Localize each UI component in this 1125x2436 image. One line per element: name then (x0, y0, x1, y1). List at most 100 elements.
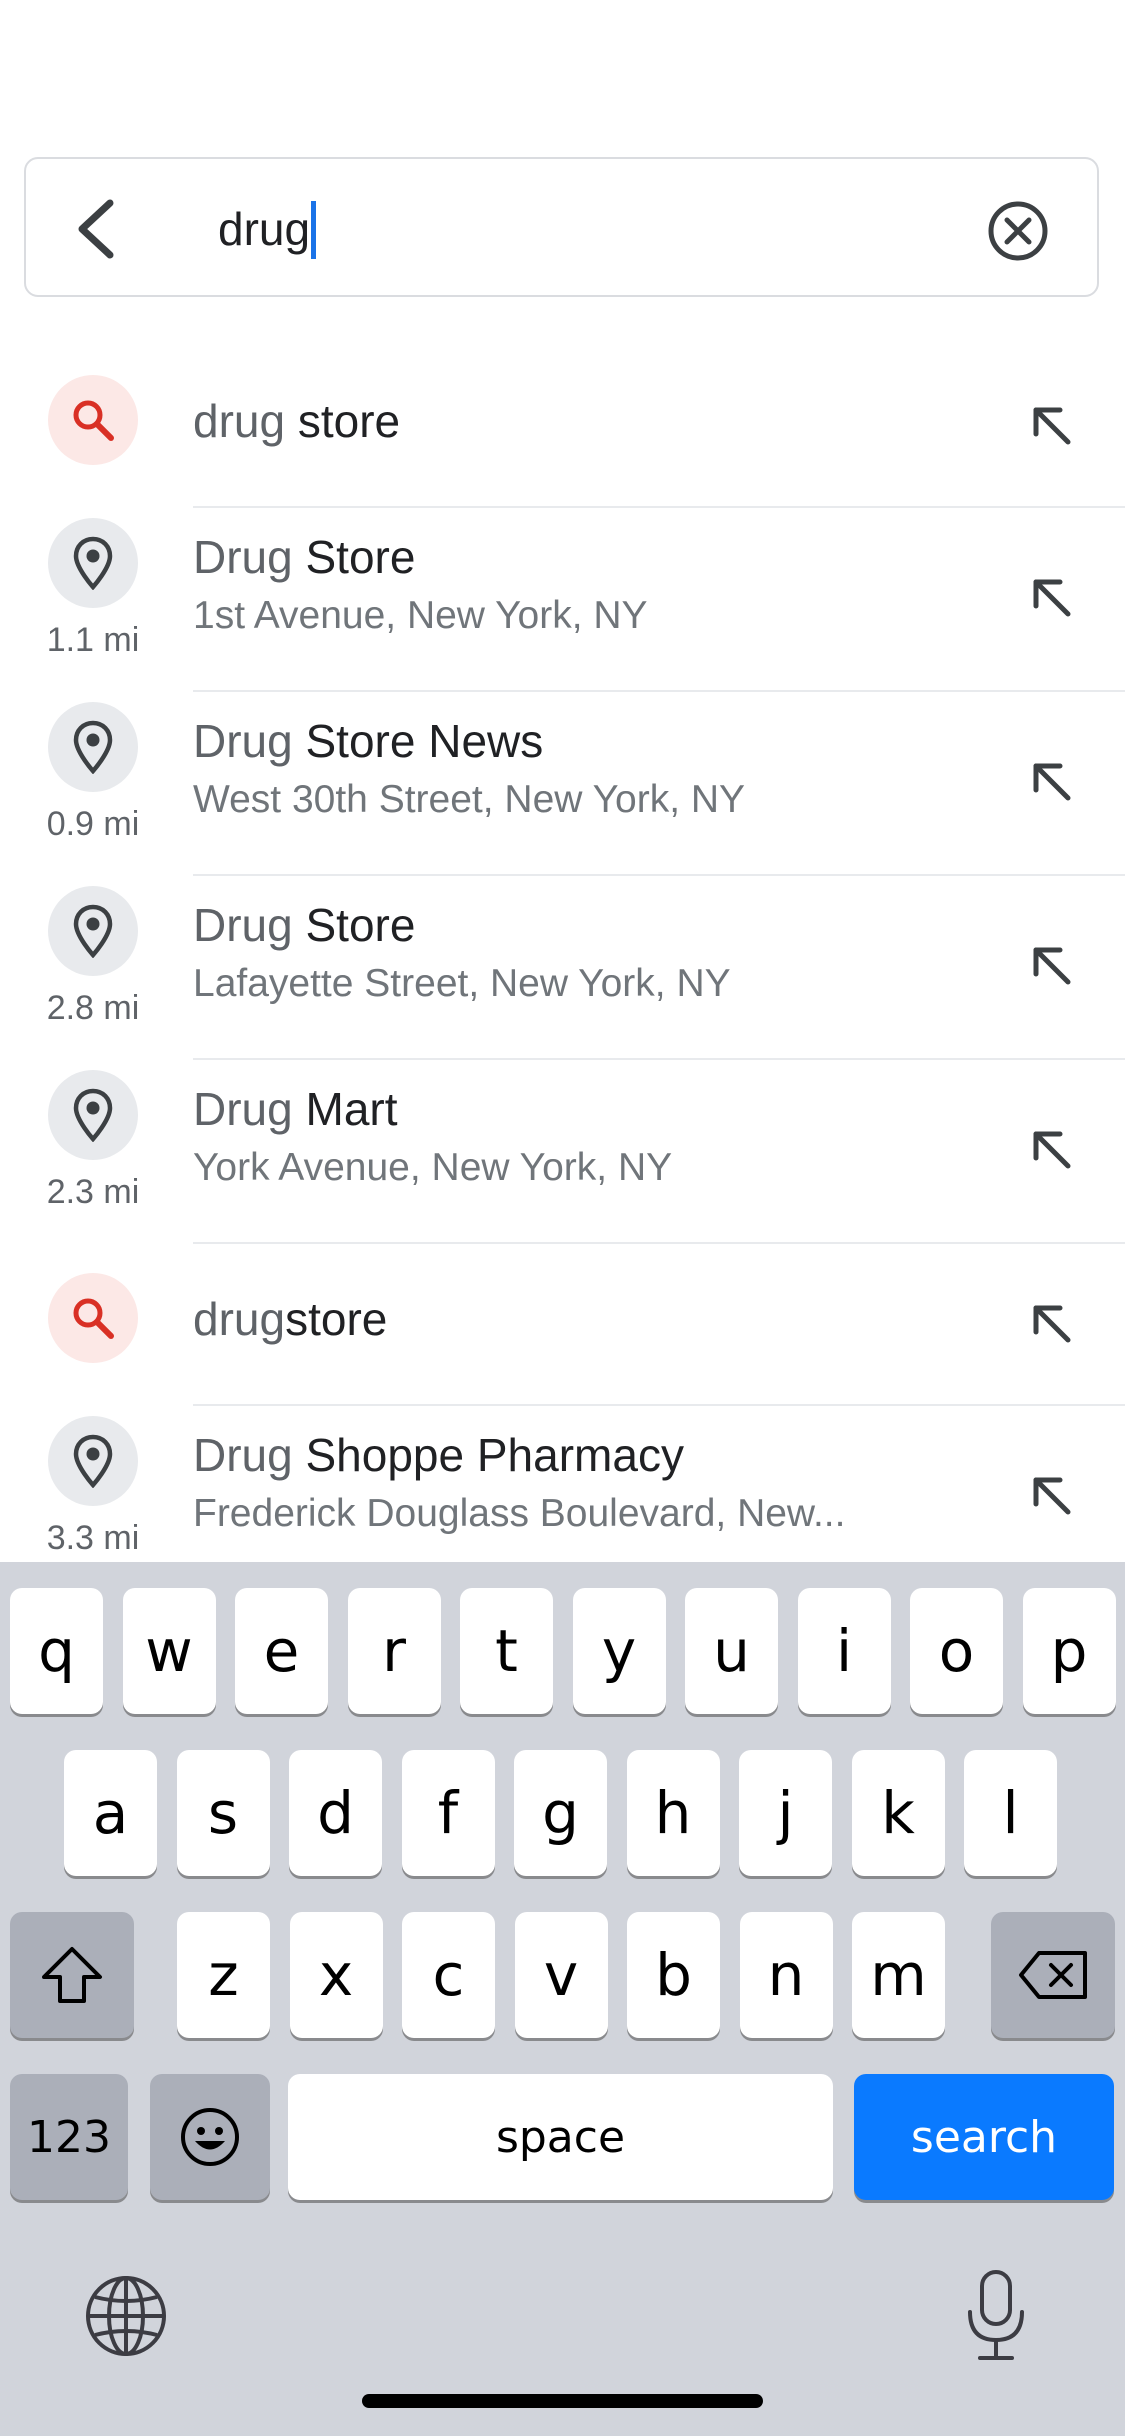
fill-query-button[interactable] (1020, 1118, 1084, 1182)
suggestion-completion: Store (292, 899, 416, 951)
fill-query-button[interactable] (1020, 566, 1084, 630)
suggestion-completion: store (285, 395, 401, 447)
matched-prefix: Drug (193, 899, 293, 951)
key-k[interactable]: k (851, 1750, 945, 1876)
arrow-up-left-icon (1033, 1305, 1071, 1343)
place-suggestion[interactable]: 1.1 mi Drug Store 1st Avenue, New York, NY (0, 508, 1125, 690)
microphone-icon (968, 2270, 1024, 2360)
location-pin-icon (73, 720, 113, 774)
fill-query-button[interactable] (1020, 1464, 1084, 1528)
key-q[interactable]: q (10, 1588, 103, 1714)
place-icon (48, 1070, 138, 1160)
key-l[interactable]: l (964, 1750, 1057, 1876)
back-button[interactable] (66, 197, 126, 261)
key-d[interactable]: d (289, 1750, 382, 1876)
location-pin-icon (73, 1088, 113, 1142)
search-input[interactable]: drug (218, 199, 310, 259)
arrow-up-left-icon (1033, 579, 1071, 617)
place-icon (48, 702, 138, 792)
key-x[interactable]: x (289, 1912, 383, 2038)
place-suggestion[interactable]: 3.3 mi Drug Shoppe Pharmacy Frederick Doug… (0, 1406, 1125, 1562)
matched-prefix: Drug (193, 531, 293, 583)
numbers-key[interactable]: 123 (10, 2074, 128, 2200)
key-b[interactable]: b (627, 1912, 720, 2038)
suggestion-title: Drug Mart (193, 1082, 398, 1136)
shift-key[interactable] (10, 1912, 134, 2038)
key-h[interactable]: h (626, 1750, 720, 1876)
suggestion-completion: store (285, 1293, 388, 1345)
search-bar[interactable]: drug (24, 157, 1099, 297)
suggestion-address: 1st Avenue, New York, NY (193, 594, 648, 637)
globe-key[interactable] (80, 2270, 172, 2362)
arrow-up-left-icon (1033, 1477, 1071, 1515)
emoji-key[interactable] (150, 2074, 270, 2200)
place-suggestion[interactable]: 2.3 mi Drug Mart York Avenue, New York, NY (0, 1060, 1125, 1242)
suggestion-title: drug store (193, 394, 400, 448)
search-suggestion[interactable]: drugstore (0, 1244, 1125, 1404)
key-c[interactable]: c (402, 1912, 495, 2038)
clear-button[interactable] (986, 199, 1050, 263)
key-m[interactable]: m (852, 1912, 945, 2038)
location-pin-icon (73, 1434, 113, 1488)
globe-icon (86, 2276, 166, 2356)
search-suggestion-icon (48, 1273, 138, 1363)
search-suggestion-icon (48, 375, 138, 465)
shift-icon (42, 1947, 102, 2003)
suggestion-list: drug store 1.1 mi Drug Store 1st Avenue, Ne… (0, 346, 1125, 1562)
suggestion-title: Drug Store (193, 898, 415, 952)
matched-prefix: Drug (193, 1429, 293, 1481)
key-o[interactable]: o (910, 1588, 1003, 1714)
clear-circle-icon (988, 201, 1048, 261)
matched-prefix: Drug (193, 1083, 293, 1135)
place-icon (48, 1416, 138, 1506)
suggestion-completion: Store News (292, 715, 544, 767)
location-pin-icon (73, 904, 113, 958)
suggestion-completion: Shoppe Pharmacy (292, 1429, 684, 1481)
key-i[interactable]: i (797, 1588, 891, 1714)
key-w[interactable]: w (122, 1588, 216, 1714)
search-icon (73, 400, 114, 441)
matched-prefix: drug (193, 1293, 286, 1345)
search-suggestion[interactable]: drug store (0, 346, 1125, 506)
suggestion-title: Drug Store News (193, 714, 543, 768)
chevron-left-icon (78, 199, 114, 259)
distance-label: 2.3 mi (46, 1173, 140, 1211)
delete-key[interactable] (991, 1912, 1115, 2038)
place-icon (48, 518, 138, 608)
key-v[interactable]: v (514, 1912, 608, 2038)
distance-label: 2.8 mi (46, 989, 140, 1027)
suggestion-address: West 30th Street, New York, NY (193, 778, 746, 821)
key-n[interactable]: n (739, 1912, 833, 2038)
matched-prefix: drug (193, 395, 286, 447)
key-t[interactable]: t (460, 1588, 553, 1714)
arrow-up-left-icon (1033, 407, 1071, 445)
place-suggestion[interactable]: 0.9 mi Drug Store News West 30th Street, N… (0, 692, 1125, 874)
key-g[interactable]: g (514, 1750, 607, 1876)
key-j[interactable]: j (739, 1750, 832, 1876)
arrow-up-left-icon (1033, 947, 1071, 985)
key-e[interactable]: e (235, 1588, 328, 1714)
key-y[interactable]: y (572, 1588, 666, 1714)
space-key[interactable]: space (288, 2074, 833, 2200)
home-indicator (362, 2394, 763, 2408)
suggestion-title: drugstore (193, 1292, 387, 1346)
key-u[interactable]: u (685, 1588, 778, 1714)
key-z[interactable]: z (177, 1912, 270, 2038)
key-p[interactable]: p (1022, 1588, 1116, 1714)
fill-query-button[interactable] (1020, 750, 1084, 814)
fill-query-button[interactable] (1020, 1292, 1084, 1356)
place-icon (48, 886, 138, 976)
place-suggestion[interactable]: 2.8 mi Drug Store Lafayette Street, New Yo… (0, 876, 1125, 1058)
key-f[interactable]: f (401, 1750, 495, 1876)
fill-query-button[interactable] (1020, 934, 1084, 998)
suggestion-title: Drug Store (193, 530, 415, 584)
key-s[interactable]: s (176, 1750, 270, 1876)
suggestion-address: Frederick Douglass Boulevard, New... (193, 1492, 846, 1535)
key-r[interactable]: r (347, 1588, 441, 1714)
text-cursor (311, 201, 316, 259)
dictation-key[interactable] (956, 2266, 1036, 2366)
fill-query-button[interactable] (1020, 394, 1084, 458)
search-key[interactable]: search (854, 2074, 1114, 2200)
arrow-up-left-icon (1033, 1131, 1071, 1169)
key-a[interactable]: a (64, 1750, 157, 1876)
